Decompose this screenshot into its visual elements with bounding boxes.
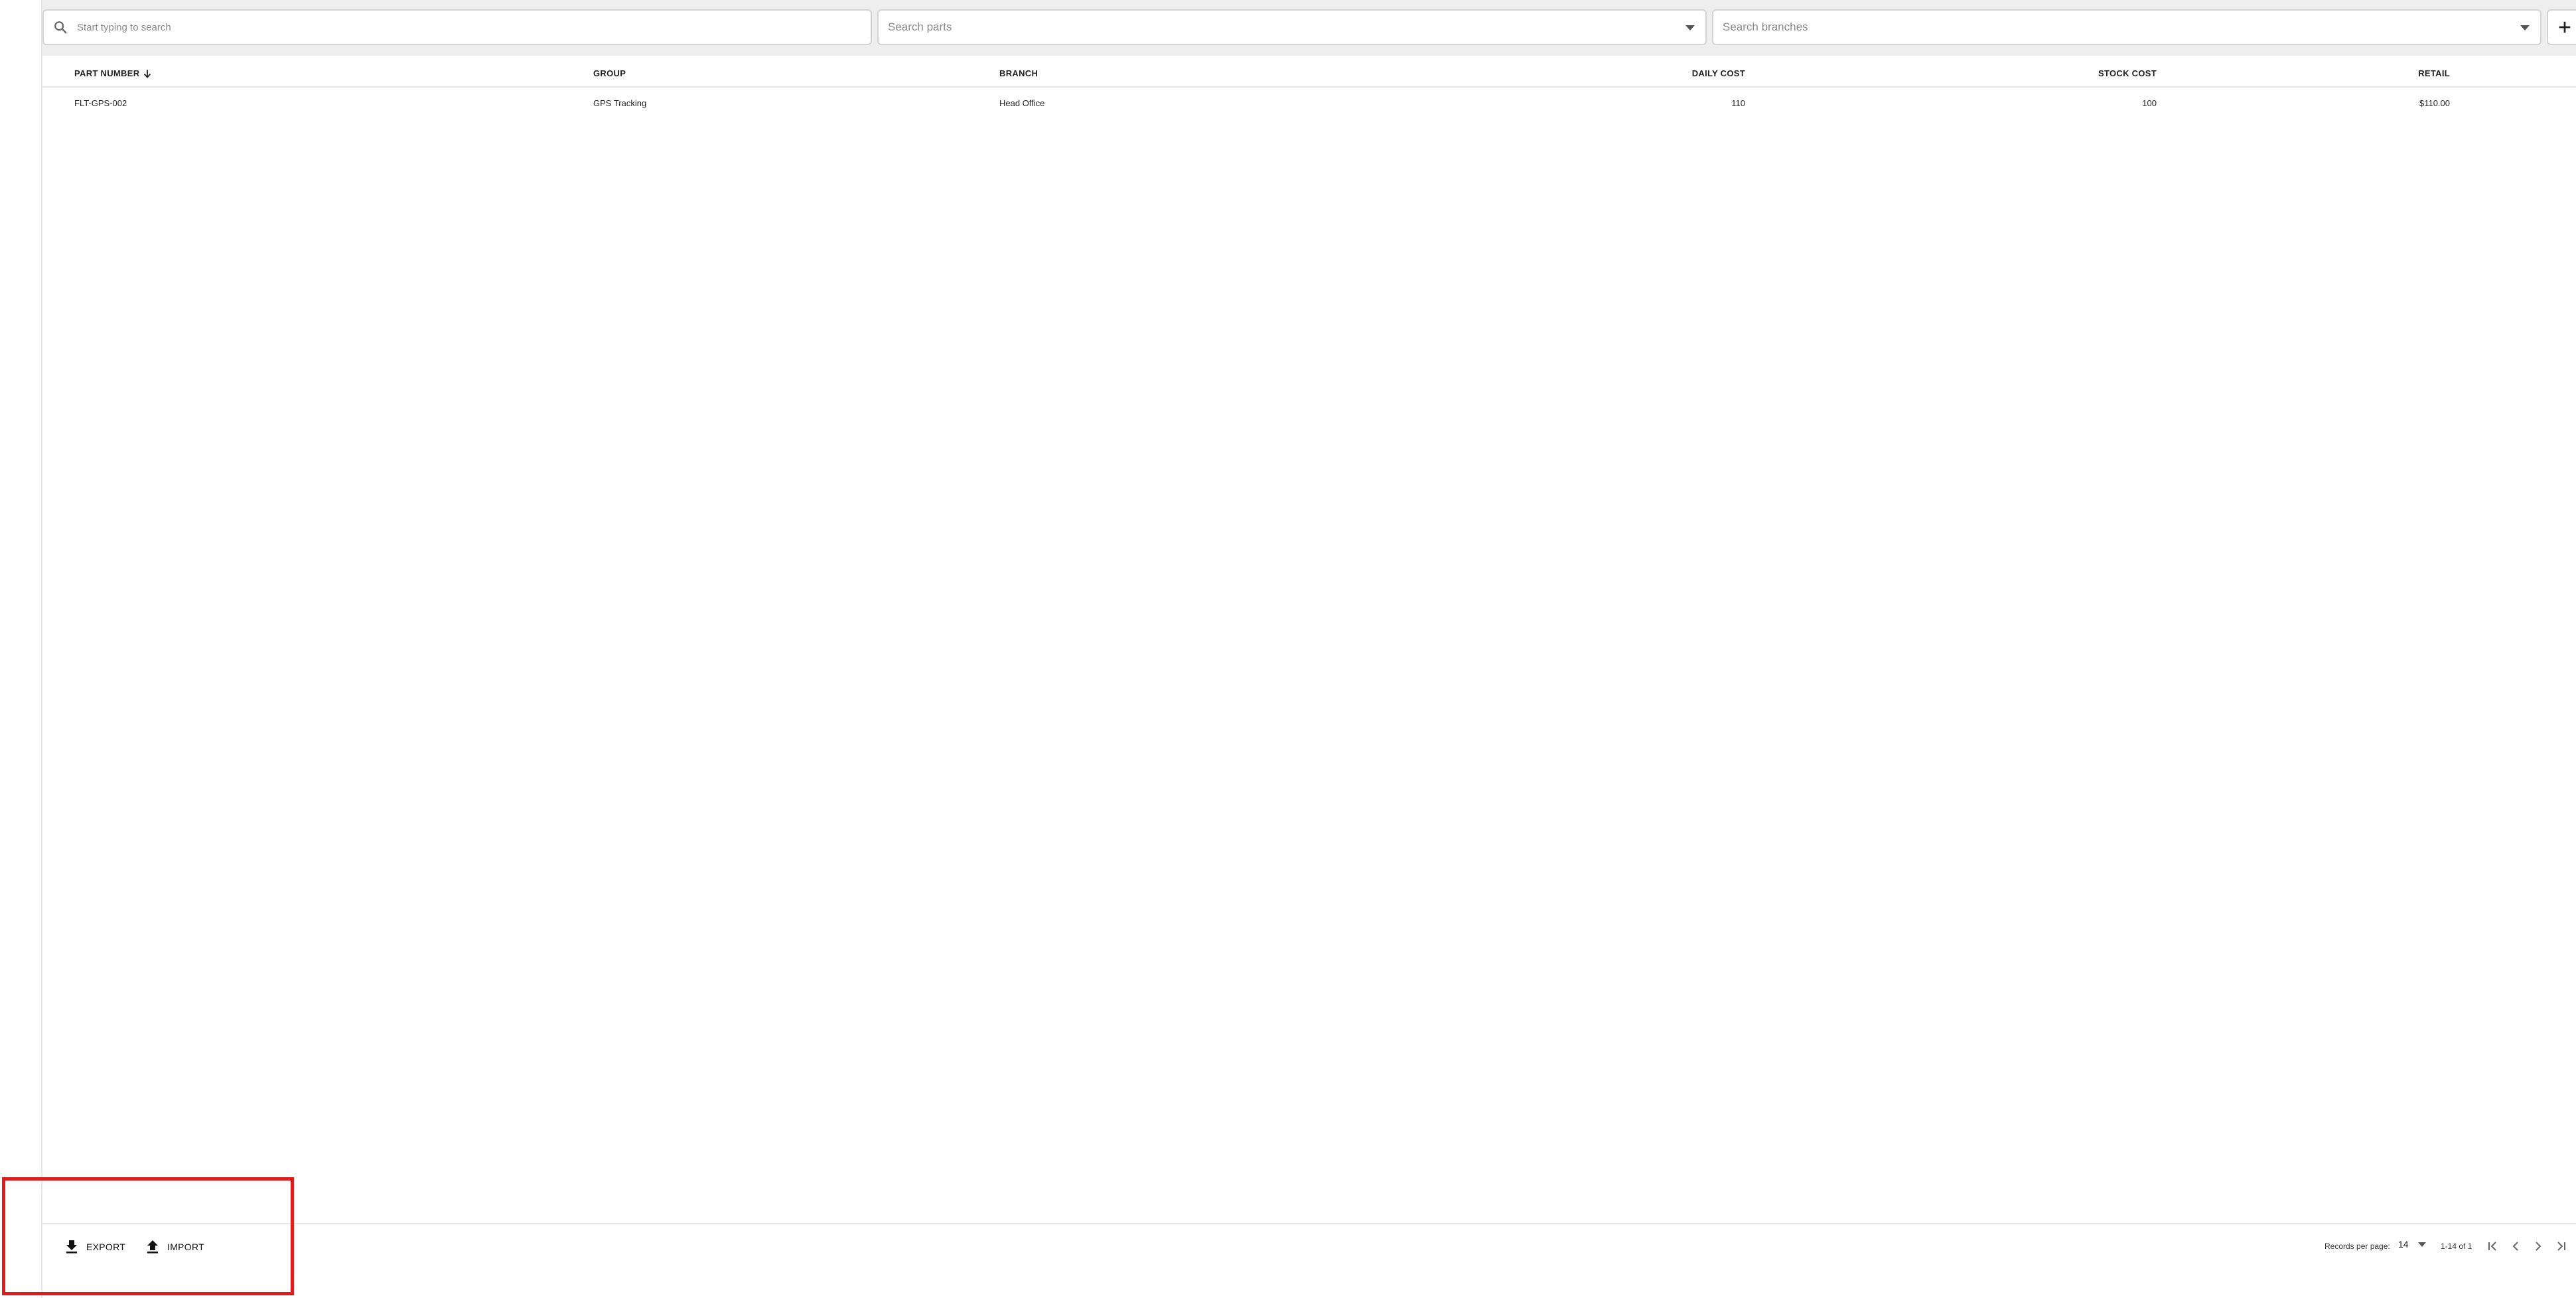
import-button[interactable]: IMPORT — [146, 1235, 204, 1259]
column-header-branch[interactable]: BRANCH — [999, 68, 1038, 78]
pagination-range: 1-14 of 1 — [2441, 1242, 2472, 1251]
last-page-button[interactable] — [2552, 1238, 2569, 1255]
sort-arrow-down-icon — [144, 69, 151, 78]
export-button[interactable]: EXPORT — [65, 1235, 125, 1259]
prev-page-icon — [2512, 1242, 2518, 1251]
upload-icon — [147, 1240, 158, 1254]
first-page-button[interactable] — [2484, 1238, 2502, 1255]
column-header-daily-cost[interactable]: DAILY COST — [1635, 68, 1745, 78]
column-header-group[interactable]: GROUP — [593, 68, 626, 78]
dropdown-caret-icon — [1685, 25, 1695, 31]
import-label: IMPORT — [167, 1242, 204, 1252]
table-footer: EXPORT IMPORT Records per page: 14 1-14 … — [42, 1223, 2576, 1269]
column-header-part-number[interactable]: PART NUMBER — [74, 68, 151, 78]
cell-group: GPS Tracking — [593, 98, 647, 108]
first-page-icon — [2488, 1242, 2496, 1251]
search-icon — [54, 21, 67, 34]
column-header-stock-cost[interactable]: STOCK COST — [2046, 68, 2157, 78]
records-per-page-select[interactable]: 14 — [2398, 1239, 2426, 1250]
branches-select[interactable]: Search branches — [1712, 9, 2541, 45]
download-icon — [66, 1240, 77, 1254]
add-button[interactable] — [2547, 9, 2576, 45]
branches-placeholder: Search branches — [1723, 21, 1808, 33]
table-row[interactable]: FLT-GPS-002 GPS Tracking Head Office 110… — [42, 89, 2576, 119]
left-rail — [0, 0, 42, 1298]
search-placeholder: Start typing to search — [77, 21, 171, 33]
records-per-page-value: 14 — [2398, 1239, 2409, 1250]
records-per-page-label: Records per page: — [2325, 1242, 2390, 1251]
cell-part-number: FLT-GPS-002 — [74, 98, 127, 108]
next-page-icon — [2536, 1242, 2541, 1251]
search-input[interactable]: Start typing to search — [42, 9, 872, 45]
table-header: PART NUMBER GROUP BRANCH DAILY COST STOC… — [42, 60, 2576, 88]
column-header-label: PART NUMBER — [74, 68, 140, 78]
last-page-icon — [2557, 1242, 2565, 1251]
parts-select[interactable]: Search parts — [877, 9, 1707, 45]
column-header-retail[interactable]: RETAIL — [2365, 68, 2450, 78]
cell-daily-cost: 110 — [1731, 98, 1745, 108]
parts-placeholder: Search parts — [888, 21, 952, 33]
plus-icon — [2559, 21, 2571, 33]
dropdown-caret-icon — [2520, 25, 2530, 31]
prev-page-button[interactable] — [2507, 1238, 2524, 1255]
cell-retail: $110.00 — [2419, 98, 2450, 108]
dropdown-caret-icon — [2417, 1242, 2426, 1247]
next-page-button[interactable] — [2530, 1238, 2547, 1255]
cell-branch: Head Office — [999, 98, 1045, 108]
cell-stock-cost: 100 — [2142, 98, 2157, 108]
export-label: EXPORT — [86, 1242, 126, 1252]
